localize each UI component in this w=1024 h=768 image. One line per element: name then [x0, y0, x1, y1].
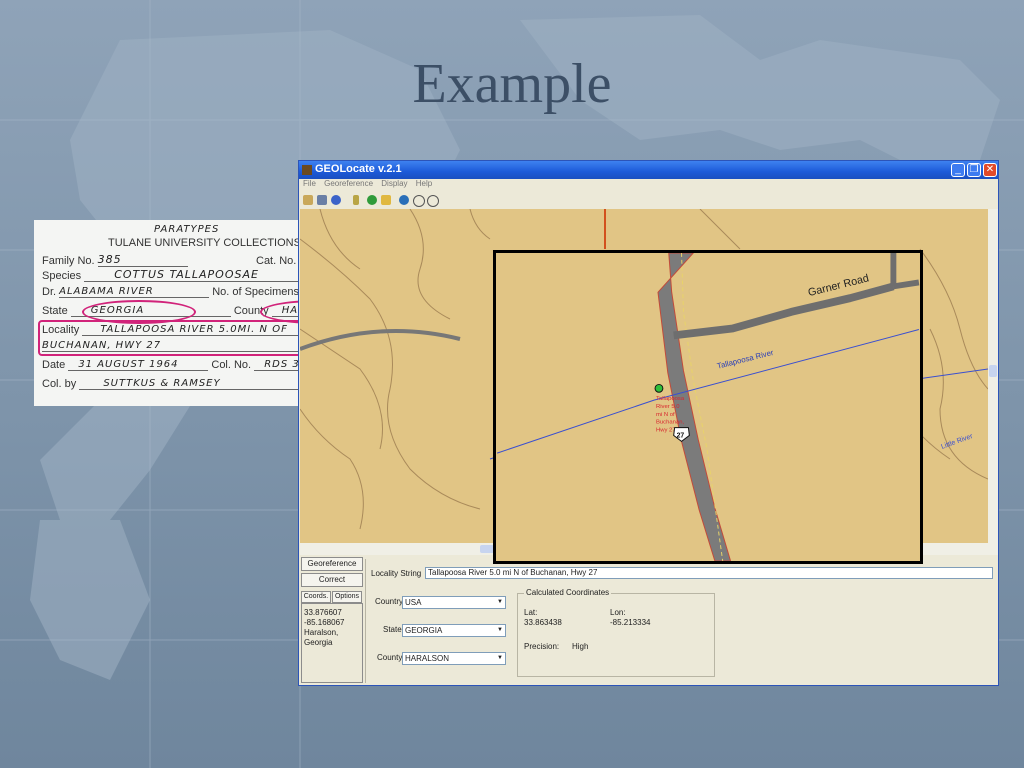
- location-marker-icon[interactable]: [654, 383, 664, 393]
- date-value: 31 August 1964: [68, 359, 209, 371]
- county-value: HARALSON: [405, 654, 450, 663]
- county-dropdown-arrow-icon[interactable]: ▼: [495, 653, 505, 664]
- open-folder-icon[interactable]: [303, 195, 313, 205]
- dr-value: Alabama River: [59, 286, 210, 298]
- marker-label-3: mi N of: [656, 412, 675, 418]
- date-label: Date: [42, 359, 66, 371]
- country-dropdown-arrow-icon[interactable]: ▼: [495, 597, 505, 608]
- coords-panel: 33.876607 -85.168067 Haralson, Georgia: [301, 603, 363, 683]
- lon-label: Lon:: [610, 608, 626, 617]
- state-label: State: [42, 305, 68, 317]
- family-value: 385: [97, 253, 188, 267]
- marker-label-1: Tallapoosa: [656, 396, 685, 402]
- menu-help[interactable]: Help: [416, 179, 432, 188]
- minimize-button[interactable]: _: [951, 163, 965, 177]
- dr-label: Dr.: [42, 286, 57, 298]
- tab-options[interactable]: Options: [332, 591, 362, 603]
- vscroll-thumb[interactable]: [989, 365, 997, 377]
- lat-label: Lat:: [524, 608, 538, 617]
- marker-label-2: River 5.0: [656, 404, 680, 410]
- globe-icon[interactable]: [399, 195, 409, 205]
- calculated-coordinates-title: Calculated Coordinates: [524, 588, 612, 597]
- toolbar: [299, 193, 998, 209]
- panel-divider: [365, 559, 366, 683]
- lon-value: -85.213334: [610, 618, 651, 627]
- precision-label: Precision:: [524, 642, 560, 651]
- window-titlebar[interactable]: GEOLocate v.2.1 _ ❐ ✕: [299, 161, 998, 179]
- restore-button[interactable]: ❐: [967, 163, 981, 177]
- county-label: County: [377, 653, 403, 662]
- locality-string-label: Locality String: [371, 569, 422, 578]
- state-select[interactable]: GEORGIA ▼: [402, 624, 506, 637]
- card-header-university: TULANE UNIVERSITY COLLECTIONS: [108, 237, 301, 249]
- col-no-label: Col. No.: [211, 359, 252, 371]
- state-value: GEORGIA: [405, 626, 443, 635]
- calculated-coordinates-group: Calculated Coordinates Lat: 33.863438 Lo…: [517, 588, 715, 677]
- species-label: Species: [42, 270, 82, 282]
- lat-value: 33.863438: [524, 618, 562, 627]
- slide-title: Example: [412, 53, 612, 115]
- card-row-family: Family No. 385: [42, 253, 188, 267]
- country-label: Country: [375, 597, 404, 606]
- marker-label-4: Buchanan,: [656, 420, 684, 426]
- cat-label: Cat. No.: [256, 255, 297, 267]
- state-label: State: [383, 625, 402, 634]
- family-label: Family No.: [42, 255, 95, 267]
- col-by-label: Col. by: [42, 378, 77, 390]
- save-icon[interactable]: [317, 195, 327, 205]
- marker-label-5: Hwy 27: [656, 428, 676, 434]
- hscroll-thumb[interactable]: [480, 545, 494, 553]
- zoom-in-icon[interactable]: [413, 195, 425, 207]
- menu-bar: File Georeference Display Help: [299, 179, 998, 193]
- lightning-icon[interactable]: [353, 195, 359, 205]
- card-header-paratypes: PARATYPES: [154, 224, 220, 235]
- coords-lat: 33.876607: [304, 608, 342, 617]
- menu-file[interactable]: File: [303, 179, 316, 188]
- zoomed-map-inset: Garner Road Tallapoosa River Tallapoosa …: [493, 250, 923, 564]
- coords-lon: -85.168067: [304, 618, 345, 627]
- specimens-label: No. of Specimens: [212, 286, 300, 298]
- county-select[interactable]: HARALSON ▼: [402, 652, 506, 665]
- correct-button[interactable]: Correct: [301, 573, 363, 587]
- app-icon: [302, 165, 312, 175]
- state-dropdown-arrow-icon[interactable]: ▼: [495, 625, 505, 636]
- coords-county: Haralson,: [304, 628, 339, 637]
- tab-coords[interactable]: Coords.: [301, 591, 331, 603]
- precision-value: High: [572, 642, 589, 651]
- little-river-label: Little River: [940, 433, 974, 451]
- georeference-button[interactable]: Georeference: [301, 557, 363, 571]
- window-title: GEOLocate v.2.1: [315, 163, 402, 175]
- country-select[interactable]: USA ▼: [402, 596, 506, 609]
- map-vertical-scrollbar[interactable]: [988, 209, 998, 543]
- globe-green-icon[interactable]: [367, 195, 377, 205]
- help-icon[interactable]: [331, 195, 341, 205]
- locality-string-input[interactable]: Tallapoosa River 5.0 mi N of Buchanan, H…: [425, 567, 993, 579]
- menu-georeference[interactable]: Georeference: [324, 179, 373, 188]
- edit-icon[interactable]: [381, 195, 391, 205]
- country-value: USA: [405, 598, 422, 607]
- menu-display[interactable]: Display: [381, 179, 407, 188]
- highway-shield-number: 27: [677, 432, 685, 439]
- coords-state: Georgia: [304, 638, 333, 647]
- control-panel: Georeference Correct Coords. Options 33.…: [299, 555, 998, 685]
- close-button[interactable]: ✕: [983, 163, 997, 177]
- zoom-out-icon[interactable]: [427, 195, 439, 207]
